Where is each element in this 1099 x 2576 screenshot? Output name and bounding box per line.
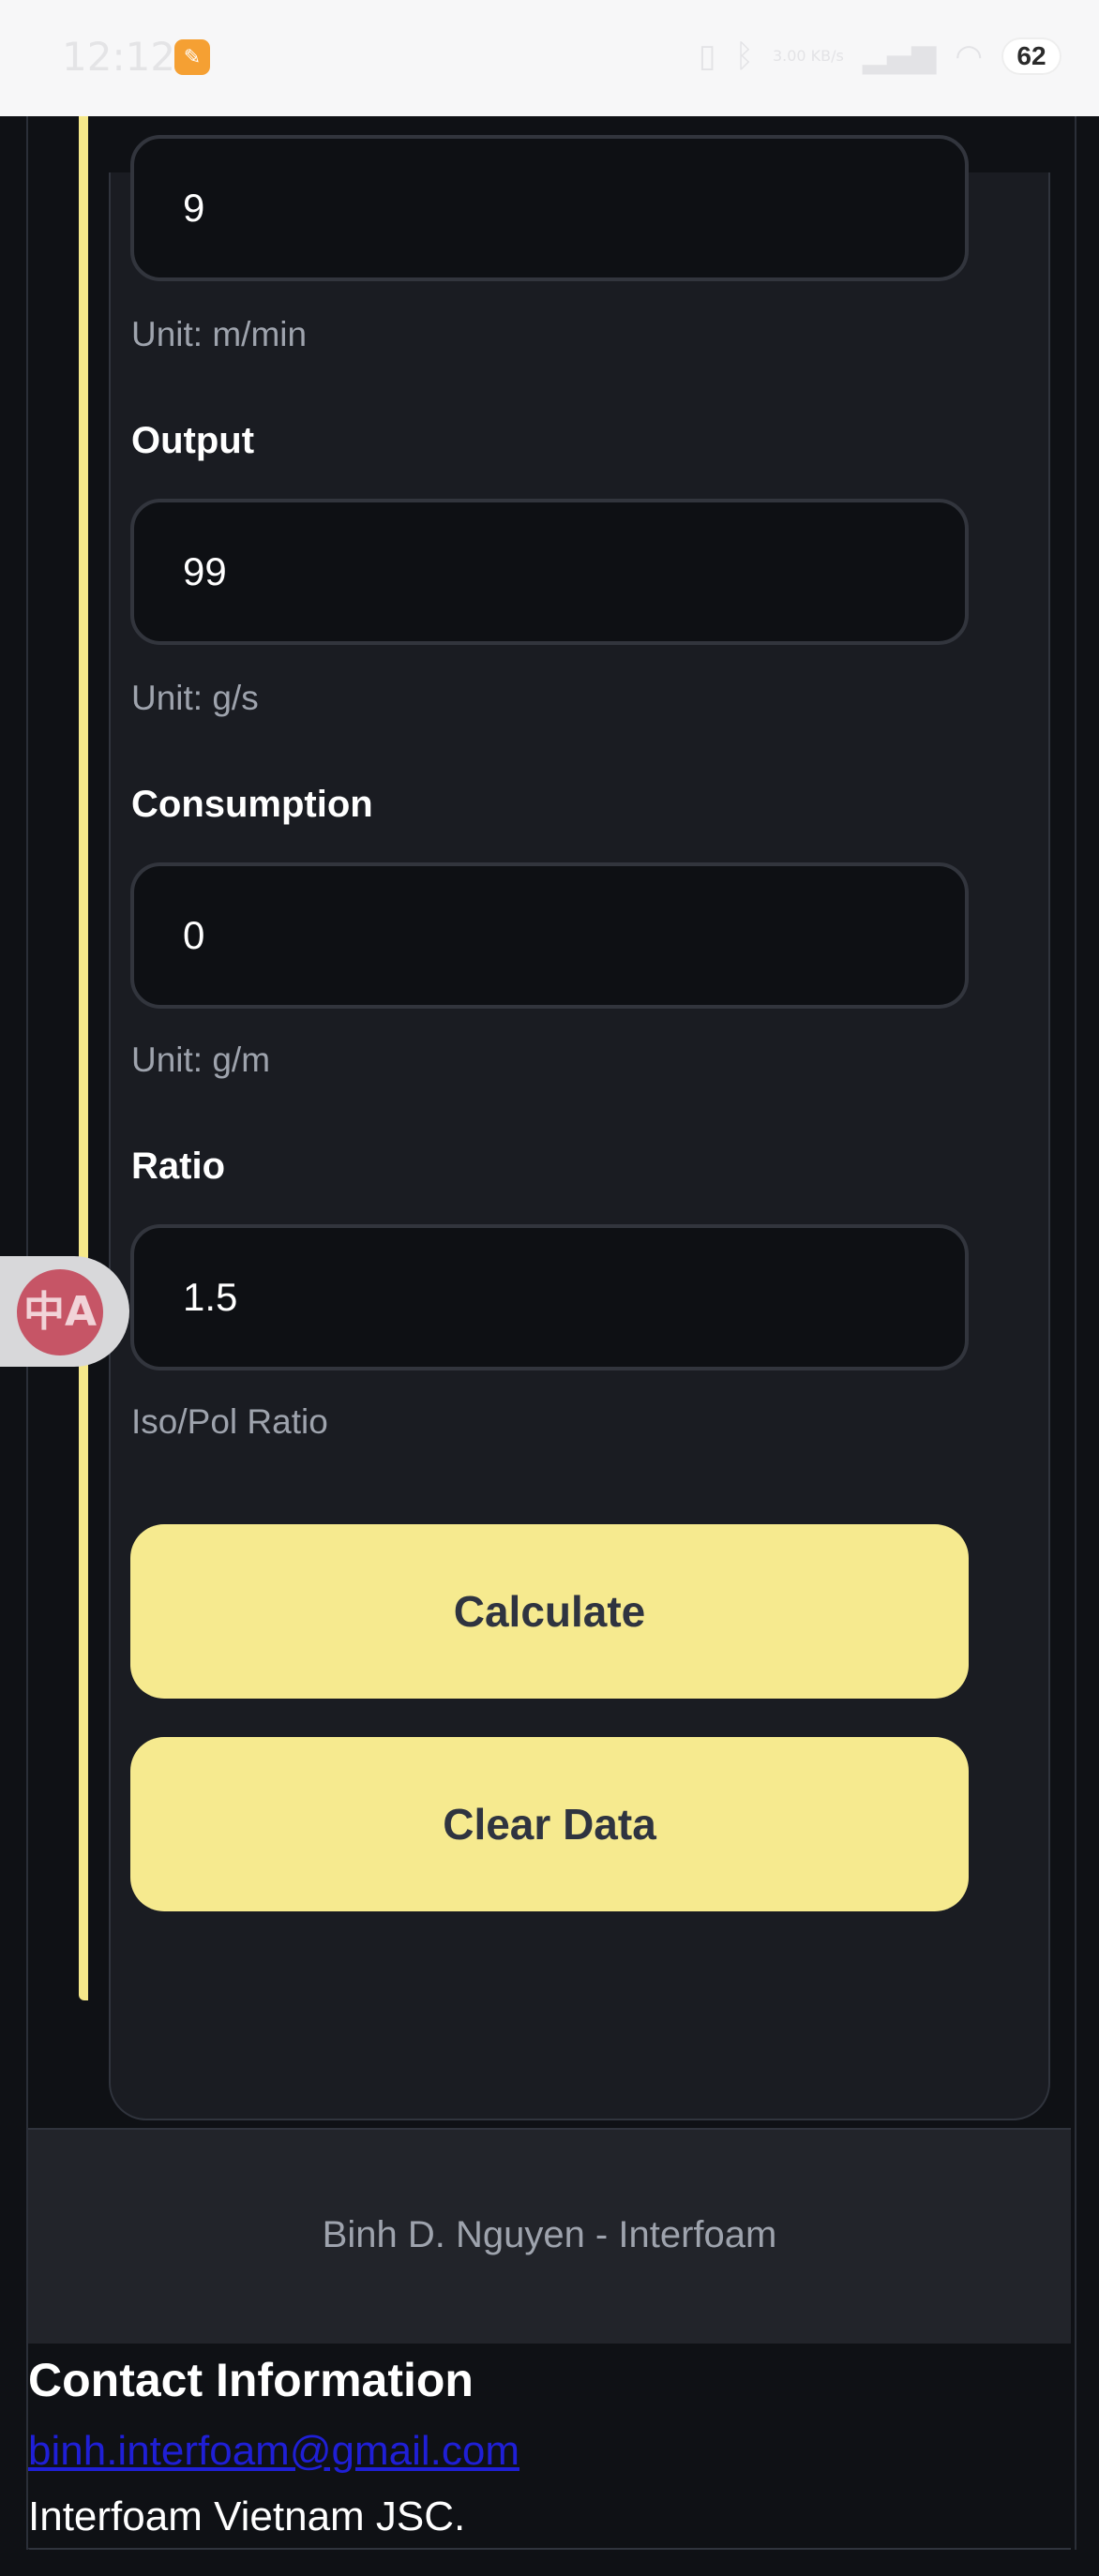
consumption-label: Consumption bbox=[131, 784, 373, 825]
data-speed-icon: 3.00 KB/s bbox=[772, 47, 844, 65]
page-bottom-border bbox=[28, 2548, 1071, 2550]
ratio-input[interactable]: 1.5 bbox=[130, 1224, 969, 1370]
contact-email-link[interactable]: binh.interfoam@gmail.com bbox=[28, 2428, 519, 2475]
speed-input[interactable]: 9 bbox=[130, 135, 969, 281]
output-input[interactable]: 99 bbox=[130, 499, 969, 645]
contact-company: Interfoam Vietnam JSC. bbox=[28, 2494, 466, 2539]
translate-widget[interactable]: 中A bbox=[0, 1256, 129, 1367]
ratio-label: Ratio bbox=[131, 1146, 225, 1187]
bluetooth-icon: ᛒ bbox=[734, 37, 754, 75]
output-label: Output bbox=[131, 420, 255, 461]
wifi-icon: ◠ bbox=[955, 37, 983, 75]
status-bar: 12:12 ✎ ▯ ᛒ 3.00 KB/s ▂▄▆ ◠ 62 bbox=[0, 0, 1099, 116]
card-accent-bar bbox=[79, 116, 88, 2000]
ratio-help: Iso/Pol Ratio bbox=[131, 1402, 328, 1441]
consumption-unit-help: Unit: g/m bbox=[131, 1041, 271, 1079]
footer-credit: Binh D. Nguyen - Interfoam bbox=[322, 2214, 777, 2255]
signal-icon: ▂▄▆ bbox=[862, 37, 937, 75]
clear-data-button[interactable]: Clear Data bbox=[130, 1737, 969, 1911]
battery-indicator: 62 bbox=[1001, 37, 1061, 75]
vibrate-icon: ▯ bbox=[698, 37, 716, 75]
footer: Binh D. Nguyen - Interfoam bbox=[28, 2128, 1071, 2344]
consumption-input[interactable]: 0 bbox=[130, 862, 969, 1009]
status-time: 12:12 bbox=[62, 34, 176, 80]
speed-unit-help: Unit: m/min bbox=[131, 315, 308, 353]
status-icons: ▯ ᛒ 3.00 KB/s ▂▄▆ ◠ 62 bbox=[699, 34, 1061, 79]
contact-title: Contact Information bbox=[28, 2354, 474, 2406]
app-notification-icon: ✎ bbox=[174, 39, 210, 75]
translate-icon[interactable]: 中A bbox=[17, 1269, 103, 1355]
output-unit-help: Unit: g/s bbox=[131, 679, 259, 717]
calculate-button[interactable]: Calculate bbox=[130, 1524, 969, 1699]
